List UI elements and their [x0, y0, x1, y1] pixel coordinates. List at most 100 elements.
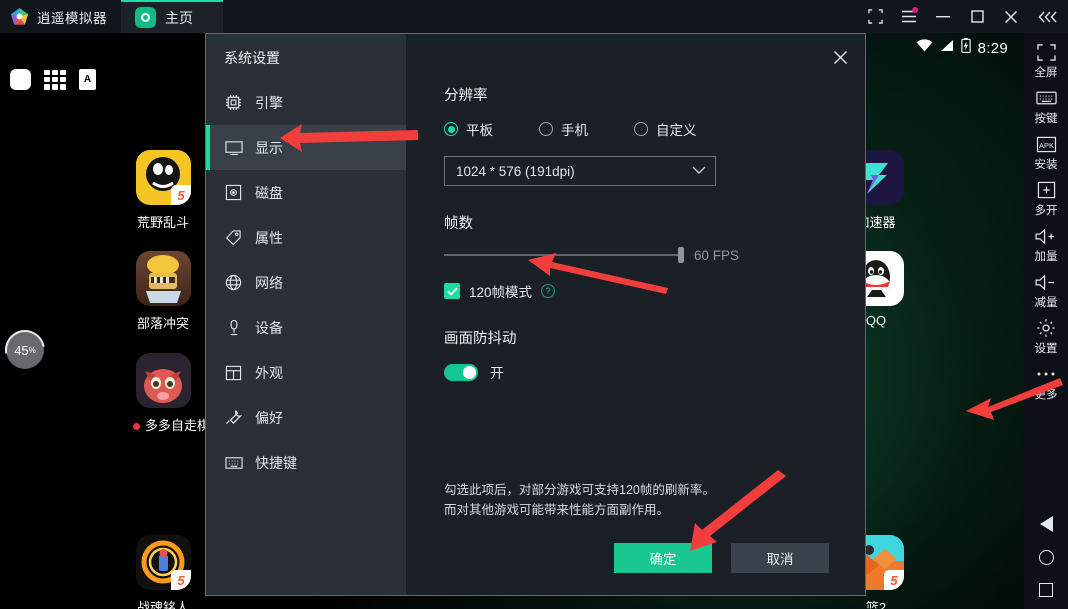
- app-label: 部落冲突: [136, 316, 189, 331]
- sidebar-item-label: 快捷键: [255, 454, 297, 471]
- download-progress-badge[interactable]: 45%: [0, 322, 53, 378]
- sy-badge-icon: 5: [170, 185, 191, 205]
- minimize-button[interactable]: [926, 0, 960, 33]
- zhanhun-mingren-icon: 5: [135, 535, 191, 590]
- globe-icon: [224, 274, 243, 291]
- maximize-button[interactable]: [960, 0, 994, 33]
- radio-label: 平板: [466, 123, 493, 138]
- sidebar-item-label: 偏好: [255, 409, 283, 426]
- 120fps-checkbox[interactable]: [444, 283, 460, 299]
- dialog-buttons: 确定 取消: [444, 543, 829, 573]
- app-icon-brawl-stars[interactable]: 5 荒野乱斗: [133, 150, 193, 231]
- home-shortcut-icons: A: [10, 69, 96, 90]
- sidebar-item-label: 显示: [255, 139, 283, 156]
- rail-item-volume-up[interactable]: 加量: [1024, 221, 1068, 267]
- battery-charging-icon: [960, 38, 971, 58]
- android-nav-buttons: [1024, 516, 1068, 609]
- keyboard-icon: [224, 456, 243, 470]
- titlebar-spacer: [223, 0, 858, 33]
- resolution-section-title: 分辨率: [444, 88, 488, 104]
- rail-label: 更多: [1034, 389, 1058, 401]
- sidebar-item-preferences[interactable]: 偏好: [206, 395, 406, 440]
- question-mark-icon[interactable]: ?: [541, 284, 556, 298]
- gear-icon: [1024, 317, 1068, 339]
- rail-label: 减量: [1034, 297, 1058, 309]
- radio-label: 手机: [561, 123, 588, 138]
- resolution-radio-group: 平板 手机 自定义: [444, 119, 829, 139]
- more-dots-icon: [1024, 363, 1068, 385]
- radio-indicator: [444, 122, 458, 136]
- android-recents-button[interactable]: [1039, 583, 1053, 597]
- auto-chess-icon: [135, 353, 191, 408]
- app-drawer-grid-icon[interactable]: [44, 69, 66, 90]
- menu-button[interactable]: [892, 0, 926, 33]
- collapse-button[interactable]: [1028, 0, 1068, 33]
- rail-item-fullscreen[interactable]: 全屏: [1024, 37, 1068, 83]
- dialog-footer: 勾选此项后，对部分游戏可支持120帧的刷新率。 而对其他游戏可能带来性能方面副作…: [406, 480, 865, 595]
- menu-badge-dot: [912, 7, 918, 13]
- antishake-section-title: 画面防抖动: [444, 331, 517, 347]
- radio-custom[interactable]: 自定义: [634, 119, 729, 139]
- app-icon-auto-chess[interactable]: 多多自走棋: [133, 353, 210, 434]
- slider-handle[interactable]: [678, 247, 684, 263]
- sidebar-item-label: 外观: [255, 364, 283, 381]
- sidebar-item-label: 网络: [255, 274, 283, 291]
- rail-item-more[interactable]: 更多: [1024, 359, 1068, 405]
- display-settings-body: 分辨率 平板 手机 自定义 1024 * 576 (191dpi) 帧数 60 …: [406, 34, 865, 382]
- rail-item-settings[interactable]: 设置: [1024, 313, 1068, 359]
- device-icon: [224, 319, 243, 336]
- layout-icon: [224, 365, 243, 381]
- app-label: 战魂铭人: [136, 600, 189, 609]
- close-button[interactable]: [994, 0, 1028, 33]
- sidebar-item-engine[interactable]: 引擎: [206, 80, 406, 125]
- resolution-select-value: 1024 * 576 (191dpi): [456, 163, 575, 179]
- text-a-icon[interactable]: A: [79, 69, 96, 90]
- toggle-knob: [463, 365, 476, 379]
- sy-badge-icon: 5: [170, 570, 191, 590]
- sidebar-item-appearance[interactable]: 外观: [206, 350, 406, 395]
- sidebar-item-properties[interactable]: 属性: [206, 215, 406, 260]
- radio-phone[interactable]: 手机: [539, 119, 634, 139]
- sidebar-item-label: 设备: [255, 319, 283, 336]
- dialog-close-button[interactable]: [825, 42, 855, 72]
- fps-value-label: 60 FPS: [694, 247, 740, 263]
- framerate-slider[interactable]: [444, 247, 684, 263]
- app-icon-zhanhun-mingren[interactable]: 5 战魂铭人: [133, 535, 193, 609]
- rail-item-multi-instance[interactable]: 多开: [1024, 175, 1068, 221]
- ok-button[interactable]: 确定: [614, 543, 712, 573]
- tab-home[interactable]: 主页: [121, 0, 223, 33]
- rail-item-volume-down[interactable]: 减量: [1024, 267, 1068, 313]
- radio-indicator: [634, 122, 648, 136]
- window-controls: [858, 0, 1068, 33]
- app-brand: 逍遥模拟器: [0, 0, 121, 33]
- chevron-down-icon: [692, 164, 706, 178]
- radio-label: 自定义: [656, 123, 697, 138]
- dialog-title: 系统设置: [224, 50, 280, 66]
- multi-instance-icon: [1024, 179, 1068, 201]
- app-label: 荒野乱斗: [136, 215, 189, 230]
- disk-icon: [224, 184, 243, 201]
- sidebar-item-shortcuts[interactable]: 快捷键: [206, 440, 406, 485]
- rail-item-install[interactable]: APK 安装: [1024, 129, 1068, 175]
- title-bar: 逍遥模拟器 主页: [0, 0, 1068, 33]
- memu-logo-icon: [10, 7, 29, 26]
- antishake-toggle[interactable]: [444, 363, 478, 381]
- app-shortcut-round-icon[interactable]: [10, 69, 31, 90]
- android-home-button[interactable]: [1038, 550, 1054, 565]
- android-back-button[interactable]: [1039, 516, 1053, 532]
- app-icon-clash-of-clans[interactable]: 部落冲突: [133, 251, 193, 332]
- screenshot-button[interactable]: [858, 0, 892, 33]
- wrench-icon: [224, 409, 243, 426]
- emulator-window: 逍遥模拟器 主页 8:29 A 45 % 5 荒野乱斗 部落冲突 多多自走棋 5…: [0, 0, 1068, 609]
- footer-note-line1: 勾选此项后，对部分游戏可支持120帧的刷新率。: [444, 482, 715, 497]
- sidebar-item-disk[interactable]: 磁盘: [206, 170, 406, 215]
- rail-item-keyboard[interactable]: 按键: [1024, 83, 1068, 129]
- sidebar-item-device[interactable]: 设备: [206, 305, 406, 350]
- radio-tablet[interactable]: 平板: [444, 119, 539, 139]
- monitor-icon: [224, 140, 243, 156]
- sidebar-item-network[interactable]: 网络: [206, 260, 406, 305]
- cancel-button[interactable]: 取消: [731, 543, 829, 573]
- resolution-select[interactable]: 1024 * 576 (191dpi): [444, 156, 716, 186]
- cpu-icon: [224, 94, 243, 111]
- sidebar-item-display[interactable]: 显示: [206, 125, 406, 170]
